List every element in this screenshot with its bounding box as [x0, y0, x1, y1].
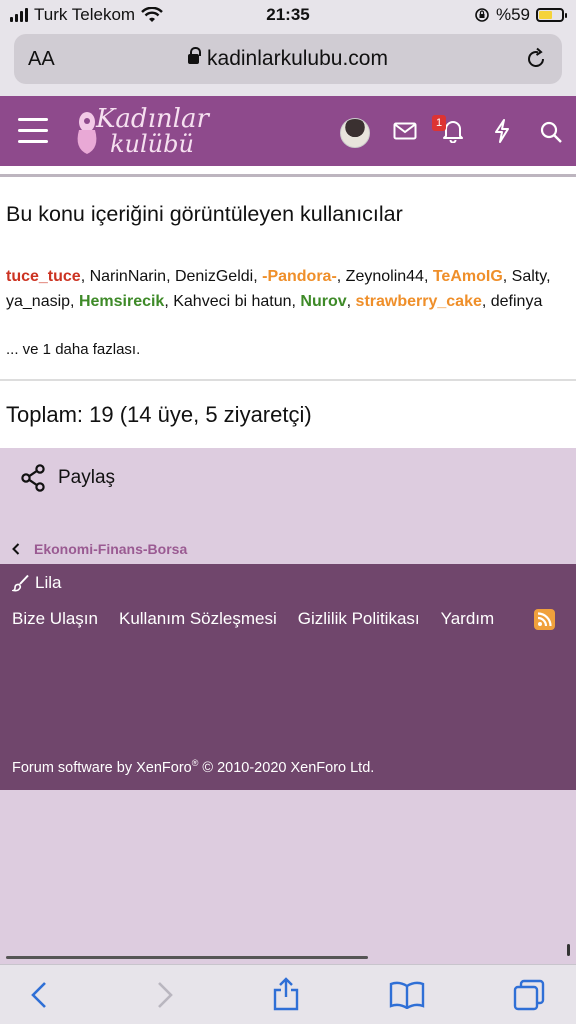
chevron-left-icon	[12, 543, 20, 555]
back-icon[interactable]	[30, 981, 48, 1009]
copyright-pre[interactable]: Forum software by XenForo	[12, 760, 192, 776]
site-logo[interactable]: Kadınlar kulübü	[72, 104, 212, 158]
header-divider	[0, 166, 576, 180]
rss-icon[interactable]	[534, 609, 555, 630]
site-header: Kadınlar kulübü	[0, 96, 576, 166]
footer-link-terms[interactable]: Kullanım Sözleşmesi	[119, 609, 277, 629]
style-chooser[interactable]: Lila	[12, 573, 61, 593]
viewers-more[interactable]: ... ve 1 daha fazlası.	[6, 341, 140, 358]
status-bar: Turk Telekom 21:35 %59	[0, 0, 576, 30]
share-button[interactable]: Paylaş	[20, 462, 115, 494]
viewers-title: Bu konu içeriğini görüntüleyen kullanıcı…	[6, 202, 403, 226]
viewer-user-link[interactable]: ya_nasip	[6, 293, 70, 310]
lock-icon	[188, 47, 202, 64]
style-label: Lila	[35, 573, 62, 592]
notification-badge: 1	[432, 115, 446, 131]
viewers-list: tuce_tuce, NarinNarin, DenizGeldi, -Pand…	[6, 268, 551, 310]
vertical-scrollbar	[567, 944, 570, 956]
footer-links: Bize Ulaşın Kullanım Sözleşmesi Gizlilik…	[12, 609, 572, 629]
battery-icon	[536, 8, 567, 22]
viewer-user-link[interactable]: NarinNarin	[90, 268, 166, 285]
share-label: Paylaş	[58, 467, 116, 488]
menu-icon[interactable]	[18, 118, 48, 143]
browser-toolbar	[0, 964, 576, 1024]
url-text: kadinlarkulubu.com	[207, 47, 388, 70]
paint-brush-icon	[12, 574, 29, 592]
bookmarks-icon[interactable]	[389, 981, 425, 1009]
reload-icon[interactable]	[524, 47, 548, 71]
site-footer: Lila Bize Ulaşın Kullanım Sözleşmesi Giz…	[0, 564, 576, 790]
viewers-block: Bu konu içeriğini görüntüleyen kullanıcı…	[0, 180, 576, 448]
viewer-user-link[interactable]: Hemsirecik	[79, 293, 164, 310]
forward-icon[interactable]	[156, 981, 174, 1009]
viewer-user-link[interactable]: definya	[491, 293, 543, 310]
url-field[interactable]: kadinlarkulubu.com	[14, 47, 562, 71]
logo-text-2: kulübü	[110, 130, 194, 158]
search-icon[interactable]	[539, 120, 563, 144]
footer-link-privacy[interactable]: Gizlilik Politikası	[298, 609, 420, 629]
orientation-lock-icon	[475, 8, 489, 22]
tabs-icon[interactable]	[512, 979, 546, 1011]
viewer-user-link[interactable]: tuce_tuce	[6, 268, 81, 285]
share-sheet-icon[interactable]	[272, 977, 300, 1011]
viewer-user-link[interactable]: strawberry_cake	[356, 293, 482, 310]
copyright-text: Forum software by XenForo® © 2010-2020 X…	[12, 758, 374, 776]
whats-new-bolt-icon[interactable]	[492, 118, 512, 144]
viewer-user-link[interactable]: Salty	[512, 268, 546, 285]
horizontal-scrollbar	[6, 956, 368, 959]
viewer-user-link[interactable]: DenizGeldi	[175, 268, 253, 285]
share-icon	[21, 464, 45, 492]
viewer-user-link[interactable]: Kahveci bi hatun	[173, 293, 291, 310]
viewer-user-link[interactable]: Nurov	[300, 293, 346, 310]
copyright-post: © 2010-2020 XenForo Ltd.	[198, 759, 375, 776]
divider	[0, 379, 576, 381]
breadcrumb-link[interactable]: Ekonomi-Finans-Borsa	[34, 541, 187, 557]
browser-chrome-top: Turk Telekom 21:35 %59 AA kadinlarkulubu…	[0, 0, 576, 96]
footer-link-contact[interactable]: Bize Ulaşın	[12, 609, 98, 629]
footer-link-help[interactable]: Yardım	[441, 609, 495, 629]
viewers-total: Toplam: 19 (14 üye, 5 ziyaretçi)	[6, 402, 312, 427]
address-bar[interactable]: AA kadinlarkulubu.com	[14, 34, 562, 84]
battery-percent: %59	[495, 5, 530, 24]
viewer-user-link[interactable]: -Pandora-	[262, 268, 337, 285]
battery-info: %59	[474, 5, 567, 25]
breadcrumb[interactable]: Ekonomi-Finans-Borsa	[12, 541, 187, 557]
inbox-icon[interactable]	[393, 122, 417, 140]
viewer-user-link[interactable]: TeAmoIG	[433, 268, 503, 285]
user-avatar[interactable]	[340, 118, 370, 148]
viewer-user-link[interactable]: Zeynolin44	[346, 268, 424, 285]
